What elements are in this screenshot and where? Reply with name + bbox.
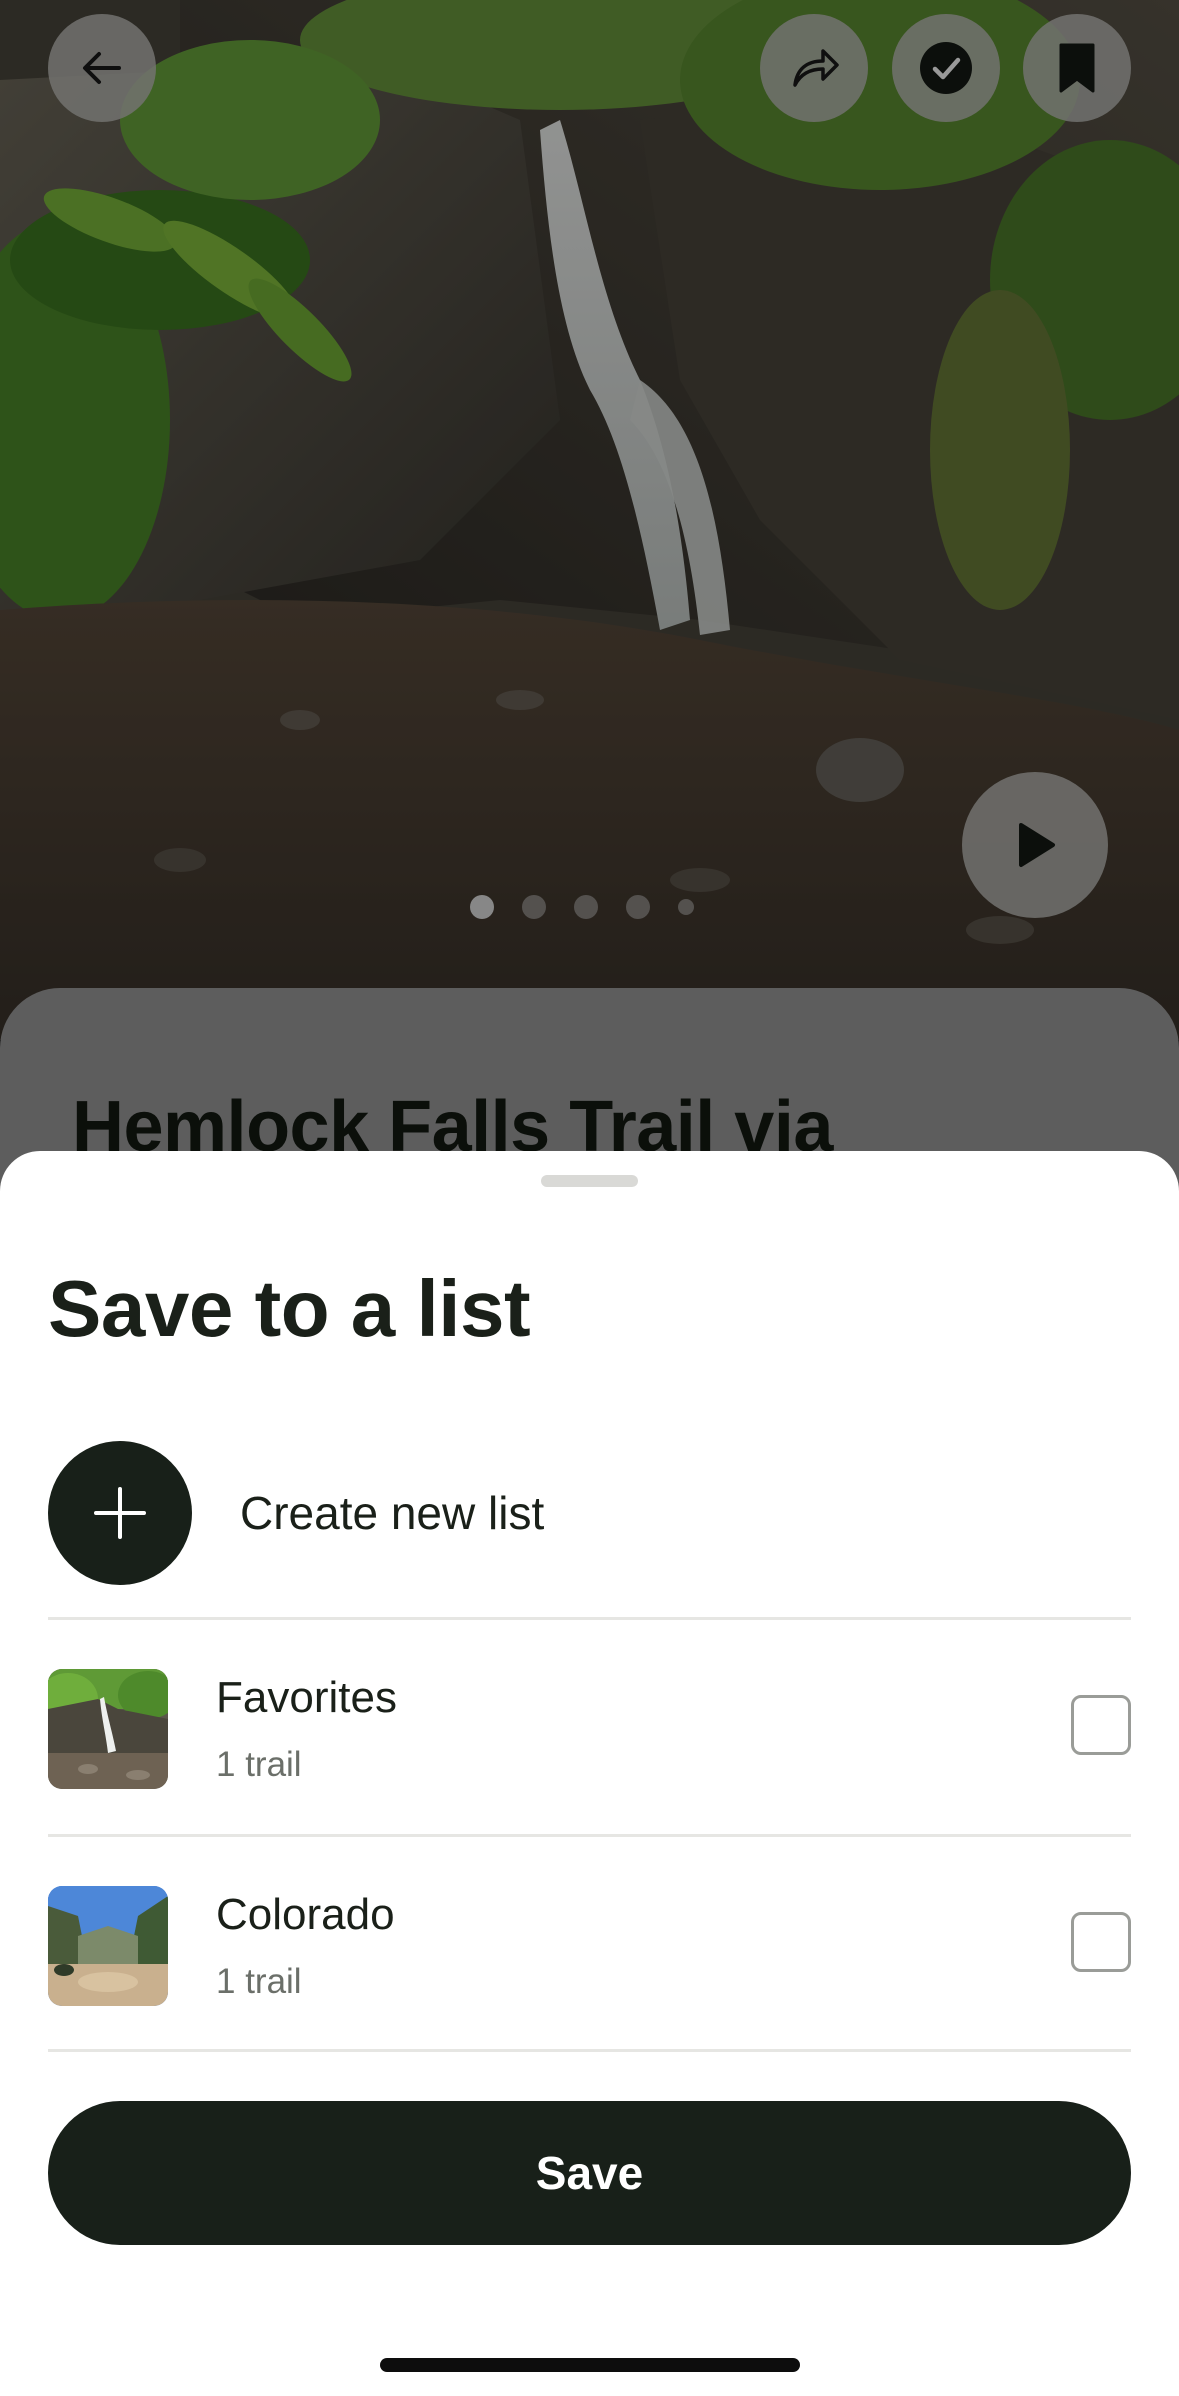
share-icon	[793, 49, 839, 87]
waterfall-photo-icon	[48, 1669, 168, 1789]
list-trail-count: 1 trail	[216, 1962, 302, 2001]
carousel-dot[interactable]	[470, 895, 494, 919]
list-item-favorites[interactable]: Favorites 1 trail	[48, 1669, 1131, 1789]
list-trail-count: 1 trail	[216, 1745, 302, 1784]
play-video-button[interactable]	[962, 772, 1108, 918]
list-checkbox[interactable]	[1071, 1695, 1131, 1755]
play-icon	[1019, 823, 1055, 867]
bookmark-button[interactable]	[1023, 14, 1131, 122]
checkmark-icon	[920, 42, 972, 94]
create-new-list-button[interactable]: Create new list	[48, 1441, 1131, 1585]
home-indicator[interactable]	[380, 2358, 800, 2372]
arrow-left-icon	[83, 52, 121, 84]
carousel-dot[interactable]	[678, 899, 694, 915]
plus-icon	[94, 1487, 146, 1539]
list-name: Favorites	[216, 1673, 397, 1722]
save-button[interactable]: Save	[48, 2101, 1131, 2245]
divider	[48, 2049, 1131, 2052]
mark-completed-button[interactable]	[892, 14, 1000, 122]
list-thumbnail	[48, 1886, 168, 2006]
app-screen: Hemlock Falls Trail via Save to a list C…	[0, 0, 1179, 2396]
back-button[interactable]	[48, 14, 156, 122]
create-new-list-label: Create new list	[240, 1487, 545, 1539]
save-to-list-sheet: Save to a list Create new list Favorites…	[0, 1151, 1179, 2396]
list-item-colorado[interactable]: Colorado 1 trail	[48, 1886, 1131, 2006]
carousel-indicator	[470, 895, 694, 919]
share-button[interactable]	[760, 14, 868, 122]
canyon-photo-icon	[48, 1886, 168, 2006]
carousel-dot[interactable]	[522, 895, 546, 919]
sheet-title: Save to a list	[48, 1264, 531, 1353]
carousel-dot[interactable]	[574, 895, 598, 919]
list-name: Colorado	[216, 1890, 395, 1939]
bookmark-icon	[1059, 43, 1095, 93]
list-thumbnail	[48, 1669, 168, 1789]
list-checkbox[interactable]	[1071, 1912, 1131, 1972]
divider	[48, 1834, 1131, 1837]
sheet-grabber[interactable]	[541, 1175, 638, 1187]
carousel-dot[interactable]	[626, 895, 650, 919]
create-list-icon-circle	[48, 1441, 192, 1585]
divider	[48, 1617, 1131, 1620]
